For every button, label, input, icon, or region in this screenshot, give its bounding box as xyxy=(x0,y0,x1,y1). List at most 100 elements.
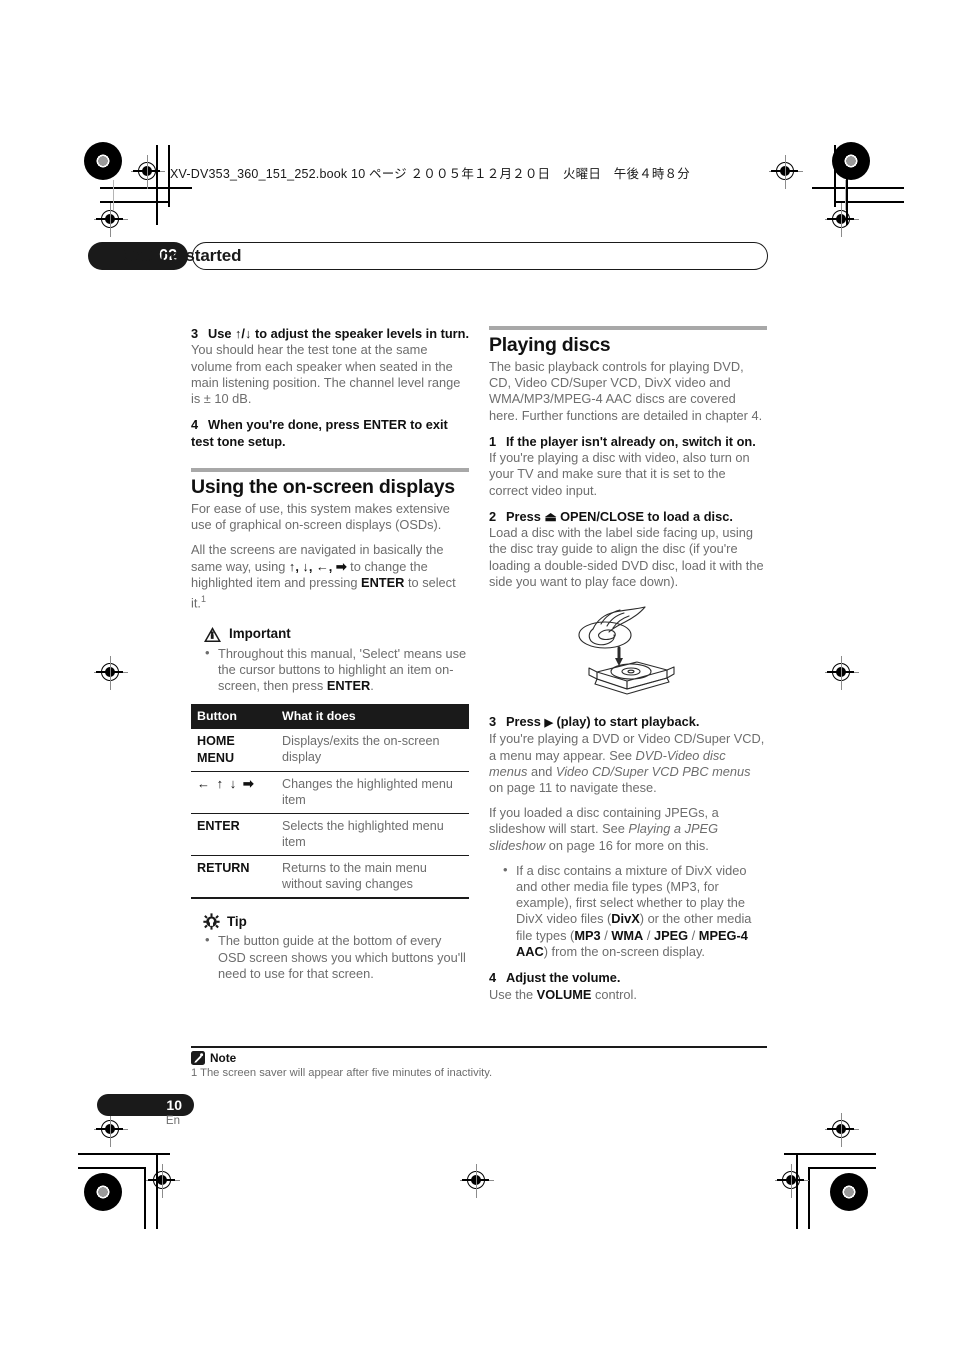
r-step-4-number: 4 xyxy=(489,970,497,986)
trim-guide-left xyxy=(113,180,114,210)
important-bullet-b: . xyxy=(370,677,374,693)
registration-cross-top-right xyxy=(769,155,803,189)
r-s3-c: on page 11 to navigate these. xyxy=(489,780,657,796)
table-cell-button-home-menu: HOME MENU xyxy=(191,729,276,773)
hand-loading-disc-illustration xyxy=(578,606,675,695)
table-cell-desc-enter: Selects the highlighted menu item xyxy=(276,813,469,857)
note-header: Note xyxy=(191,1050,767,1065)
r-s3-b: and xyxy=(527,763,556,779)
tip-bullet-item: The button guide at the bottom of every … xyxy=(205,932,469,982)
section-title-playing-discs: Playing discs xyxy=(489,334,611,356)
tip-bullet-list: The button guide at the bottom of every … xyxy=(191,932,469,982)
osd-paragraph-1: For ease of use, this system makes exten… xyxy=(191,501,450,533)
table-row: RETURN Returns to the main menu without … xyxy=(191,855,469,900)
tip-callout-header: Tip xyxy=(203,913,469,930)
important-callout-header: Important xyxy=(203,626,469,643)
right-column: Playing discs The basic playback control… xyxy=(489,326,767,1012)
footnote-divider xyxy=(191,1046,767,1048)
divx-bullet-item: If a disc contains a mixture of DivX vid… xyxy=(503,862,767,960)
play-icon: ▶ xyxy=(544,717,553,730)
important-bullet-item: Throughout this manual, 'Select' means u… xyxy=(205,645,469,695)
step-3-number: 3 xyxy=(191,326,199,341)
page-title: Getting started xyxy=(122,246,242,265)
divx-label: DivX xyxy=(611,911,640,927)
r-step-2-heading-pre: Press xyxy=(506,508,545,524)
book-filename-header: XV-DV353_360_151_252.book 10 ページ ２００５年１２… xyxy=(170,167,690,181)
r-step-4-heading: 4 Adjust the volume. xyxy=(489,970,767,986)
step-4-heading-text: When you're done, press ENTER to exit te… xyxy=(191,417,448,449)
section-title-osd: Using the on-screen displays xyxy=(191,476,455,499)
step-3-heading-post: to adjust the speaker levels in turn. xyxy=(251,326,470,341)
table-row: ENTER Selects the highlighted menu item xyxy=(191,813,469,857)
table-cell-button-cursor-arrows-icon: ← ↑ ↓ ➡ xyxy=(191,771,276,815)
left-column: 3 Use ↑/↓ to adjust the speaker levels in… xyxy=(191,326,469,983)
table-cell-button-return: RETURN xyxy=(191,855,276,900)
footnote-block: Note 1 The screen saver will appear afte… xyxy=(191,1046,767,1080)
registration-target-bottom-left xyxy=(84,1173,122,1211)
volume-label: VOLUME xyxy=(536,986,592,1002)
disc-loading-figure xyxy=(489,600,767,704)
sep-2: / xyxy=(643,927,654,943)
registration-cross-top-left xyxy=(131,155,165,189)
r-s4-a: Use the xyxy=(489,986,537,1002)
table-cell-desc-cursor: Changes the highlighted menu item xyxy=(276,771,469,815)
note-pencil-icon xyxy=(191,1050,205,1065)
table-header-row: Button What it does xyxy=(191,704,469,730)
r-step-3-body-1: If you're playing a DVD or Video CD/Supe… xyxy=(489,731,767,796)
wma-label: WMA xyxy=(611,927,644,943)
page-number-badge: 10 xyxy=(97,1094,194,1116)
divx-bullet-list: If a disc contains a mixture of DivX vid… xyxy=(489,862,767,960)
table-header-description: What it does xyxy=(276,704,469,730)
section-divider-rule xyxy=(191,468,469,473)
r-step-4-body: Use the VOLUME control. xyxy=(489,987,767,1003)
registration-cross-right-upper xyxy=(825,203,859,237)
important-label: Important xyxy=(229,625,291,641)
r-step-3-heading: 3 Press ▶ (play) to start playback. xyxy=(489,714,767,731)
table-cell-desc-return: Returns to the main menu without saving … xyxy=(276,855,469,900)
warning-triangle-icon xyxy=(204,626,221,642)
step-4-heading: 4 When you're done, press ENTER to exit t… xyxy=(191,417,469,450)
registration-target-top-right xyxy=(832,142,870,180)
registration-target-top-left xyxy=(84,142,122,180)
enter-key-label: ENTER xyxy=(361,574,405,590)
chapter-title-pill xyxy=(192,242,768,270)
r-step-2-heading: 2 Press ⏏ OPEN/CLOSE to load a disc. xyxy=(489,509,767,525)
r-s4-b: control. xyxy=(591,986,637,1002)
r-step-2-body: Load a disc with the label side facing u… xyxy=(489,525,764,589)
ref-vcd-pbc-menus: Video CD/Super VCD PBC menus xyxy=(555,763,751,779)
r-step-2-heading-post: OPEN/CLOSE to load a disc. xyxy=(556,508,733,524)
r-step-1-heading-text: If the player isn't already on, switch i… xyxy=(506,433,756,449)
divx-c: ) from the on-screen display. xyxy=(543,943,705,959)
registration-cross-left-upper xyxy=(94,203,128,237)
table-header-button: Button xyxy=(191,704,276,730)
sep-1: / xyxy=(600,927,612,943)
r-step-3-number: 3 xyxy=(489,714,497,730)
page-language-code: En xyxy=(165,1115,180,1127)
note-label: Note xyxy=(210,1050,237,1065)
section-divider-rule-right xyxy=(489,326,767,330)
r-step-3-heading-pre: Press xyxy=(506,714,545,730)
r-step-3-body-2: If you loaded a disc containing JPEGs, a… xyxy=(489,805,767,854)
table-row: ← ↑ ↓ ➡ Changes the highlighted menu ite… xyxy=(191,771,469,815)
table-row: HOME MENU Displays/exits the on-screen di… xyxy=(191,729,469,773)
jpeg-label: JPEG xyxy=(653,927,689,943)
registration-cross-bottom-left-corner xyxy=(146,1164,180,1198)
step-3-heading: 3 Use ↑/↓ to adjust the speaker levels in… xyxy=(191,326,469,342)
playing-discs-intro: The basic playback controls for playing … xyxy=(489,359,763,423)
button-reference-table: Button What it does HOME MENU Displays/ex… xyxy=(191,704,469,900)
registration-cross-left-middle xyxy=(94,656,128,690)
sep-3: / xyxy=(688,927,699,943)
registration-cross-bottom-right-corner xyxy=(775,1164,809,1198)
table-cell-desc-home-menu: Displays/exits the on-screen display xyxy=(276,729,469,773)
note-text: 1 The screen saver will appear after fiv… xyxy=(191,1066,493,1079)
registration-cross-bottom-center xyxy=(460,1164,494,1198)
eject-icon: ⏏ xyxy=(544,508,557,524)
lightbulb-gear-icon xyxy=(203,913,220,930)
cursor-arrows-icon: ↑, ↓, ←, ➡ xyxy=(288,558,347,574)
step-3-body: You should hear the test tone at the sam… xyxy=(191,342,461,407)
up-down-arrow-icon: ↑/↓ xyxy=(235,326,252,341)
r-step-1-heading: 1 If the player isn't already on, switch … xyxy=(489,434,767,450)
trim-guide-right xyxy=(845,180,846,210)
r-step-4-heading-text: Adjust the volume. xyxy=(506,970,621,986)
step-4-number: 4 xyxy=(191,417,199,433)
